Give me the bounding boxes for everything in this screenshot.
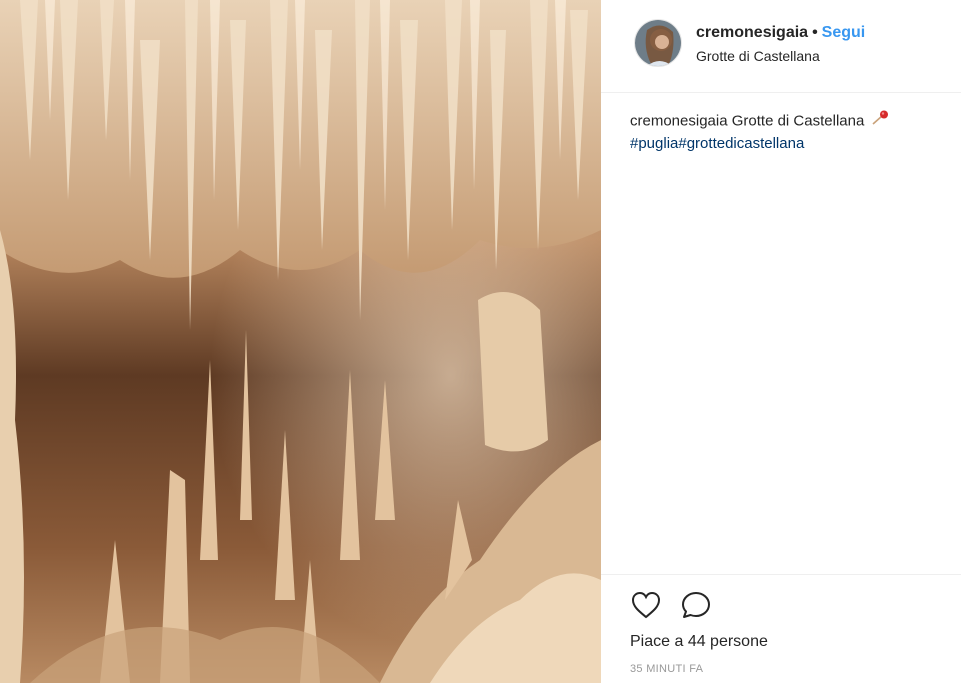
- post-header: cremonesigaia • Segui Grotte di Castellana: [601, 0, 961, 93]
- cave-photo-image: [0, 0, 601, 683]
- caption-username[interactable]: cremonesigaia: [630, 112, 728, 129]
- post-sidebar: cremonesigaia • Segui Grotte di Castellana…: [601, 0, 961, 683]
- post-caption: cremonesigaia Grotte di Castellana #pugl…: [630, 110, 950, 155]
- caption-hashtags[interactable]: #puglia#grottedicastellana: [630, 135, 804, 152]
- avatar[interactable]: [634, 19, 682, 67]
- location-link[interactable]: Grotte di Castellana: [696, 48, 820, 64]
- post-actions: Piace a 44 persone 35 MINUTI FA: [601, 574, 961, 684]
- post-photo[interactable]: [0, 0, 601, 683]
- heart-outline-icon[interactable]: [630, 590, 662, 620]
- speech-bubble-icon[interactable]: [680, 590, 712, 620]
- username-link[interactable]: cremonesigaia: [696, 24, 808, 41]
- instagram-post: cremonesigaia • Segui Grotte di Castellana…: [0, 0, 961, 683]
- red-pin-icon: [870, 110, 890, 133]
- avatar-image: [635, 20, 681, 66]
- separator-dot: •: [812, 24, 818, 41]
- follow-button[interactable]: Segui: [822, 24, 866, 41]
- caption-text: Grotte di Castellana: [727, 112, 865, 130]
- post-timestamp[interactable]: 35 MINUTI FA: [630, 663, 703, 675]
- likes-count[interactable]: Piace a 44 persone: [630, 633, 768, 651]
- post-author: cremonesigaia • Segui: [696, 24, 865, 42]
